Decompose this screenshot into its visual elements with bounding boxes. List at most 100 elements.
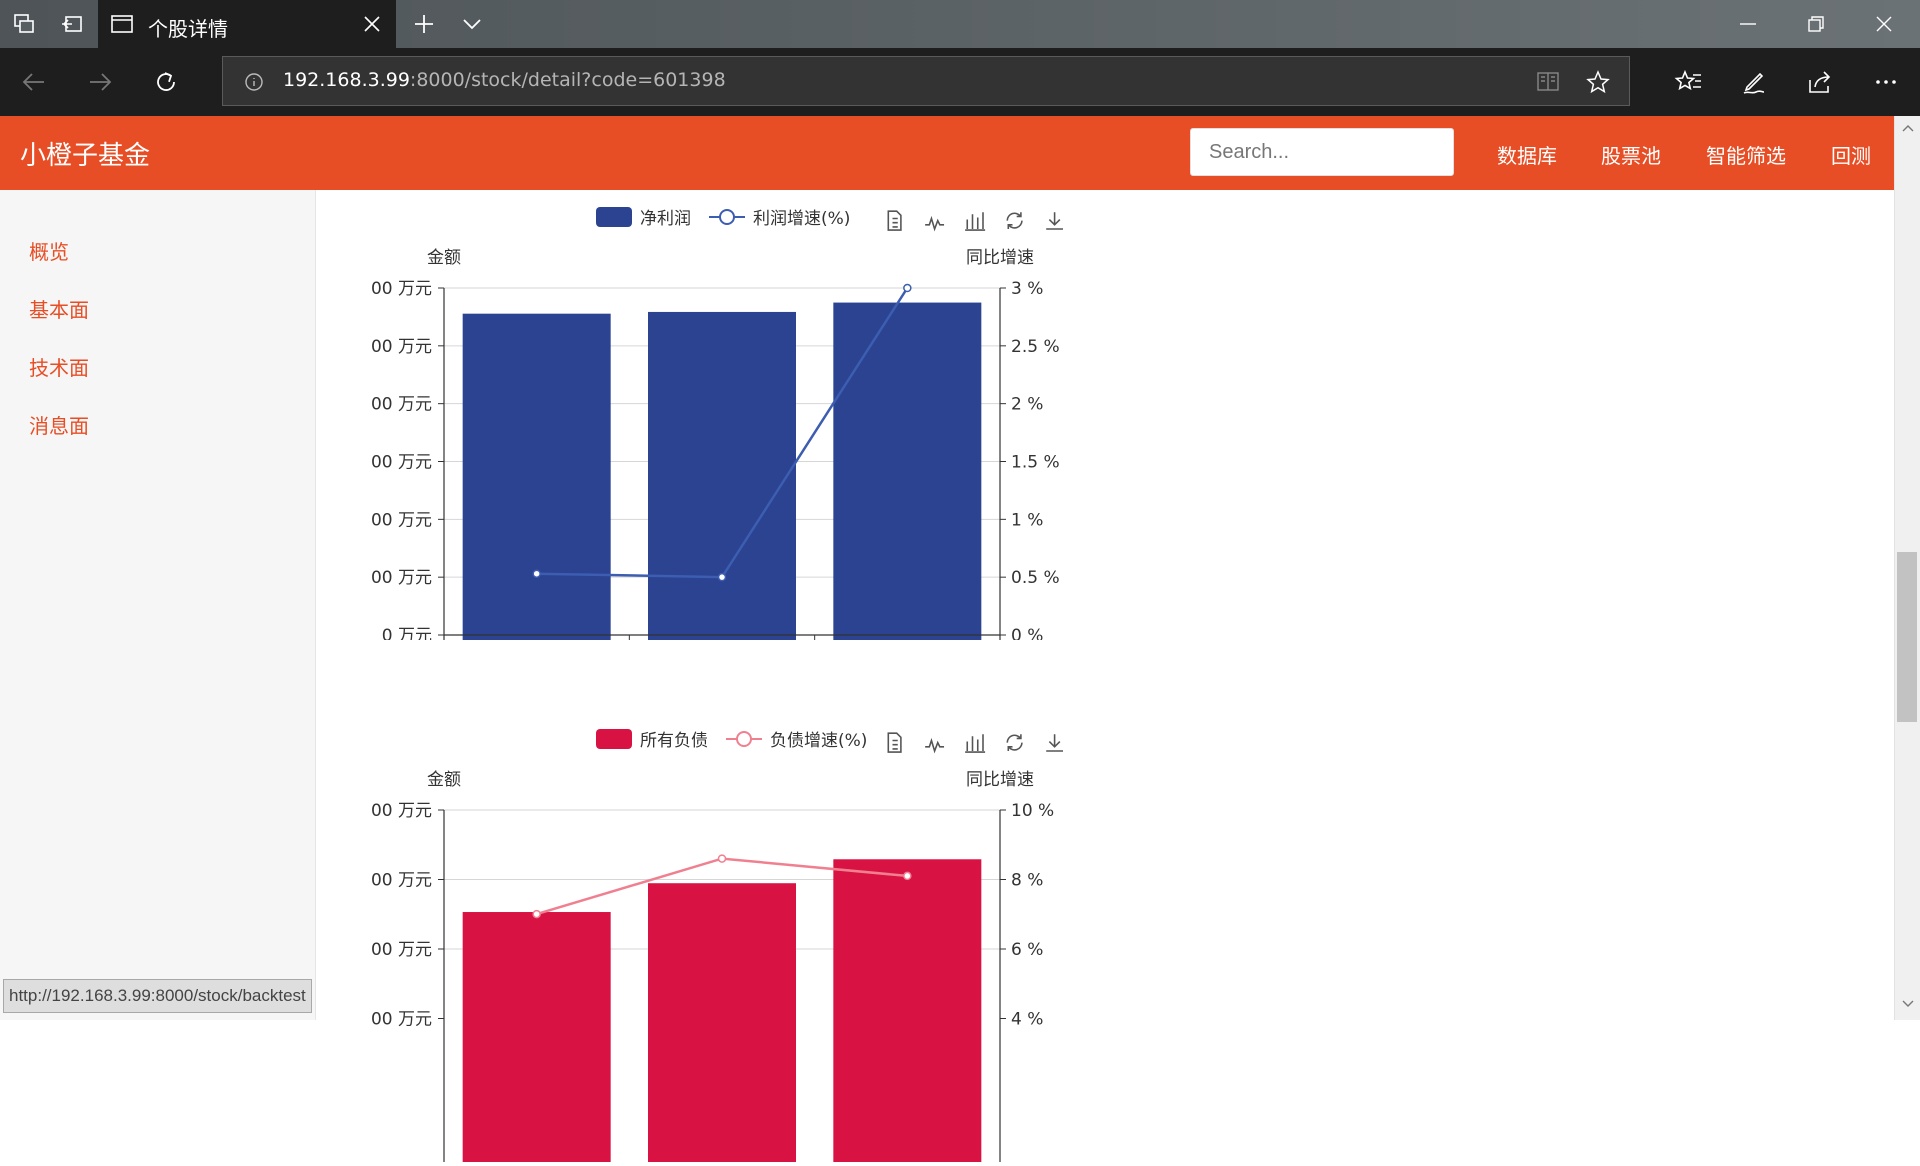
data-view-icon[interactable] (887, 732, 902, 753)
restore-icon[interactable] (1802, 10, 1830, 38)
legend-line-marker (719, 209, 735, 225)
sidebar-item-fundamentals[interactable]: 基本面 (29, 294, 89, 323)
more-menu-icon[interactable] (1870, 66, 1902, 98)
y-tick-label: 0 万元 (382, 626, 432, 640)
search-input[interactable] (1190, 128, 1454, 176)
close-window-icon[interactable] (1870, 10, 1898, 38)
nav-smart-screen[interactable]: 智能筛选 (1706, 140, 1786, 169)
set-aside-tabs-icon[interactable] (60, 12, 84, 36)
series-point (532, 569, 541, 578)
series-point (532, 909, 541, 919)
restore-chart-icon[interactable] (1006, 734, 1023, 751)
tab-manager-icon[interactable] (12, 12, 36, 36)
brand-logo[interactable]: 小橙子基金 (20, 135, 150, 172)
save-image-icon[interactable] (1046, 734, 1063, 752)
line-chart-icon[interactable] (925, 737, 945, 754)
favorite-star-icon[interactable] (1585, 69, 1611, 95)
legend-bar-label: 所有负债 (640, 731, 708, 751)
legend-bar-label: 净利润 (640, 209, 691, 229)
browser-toolbar: 192.168.3.99:8000/stock/detail?code=6013… (0, 48, 1920, 116)
sidebar: 概览 基本面 技术面 消息面 (0, 190, 316, 1020)
bar-chart-icon-path (965, 212, 986, 231)
y2-axis-title: 同比增速 (966, 248, 1034, 268)
chart-bar (648, 883, 796, 1166)
y-tick-label: 00 万元 (371, 801, 432, 821)
address-bar[interactable]: 192.168.3.99:8000/stock/detail?code=6013… (222, 56, 1630, 106)
scroll-down-icon[interactable] (1900, 996, 1916, 1012)
y-tick-label: 00 万元 (371, 871, 432, 891)
app-header: 小橙子基金 数据库 股票池 智能筛选 回测 (0, 116, 1894, 190)
y-axis-title: 金额 (427, 248, 461, 268)
y-tick-label: 00 万元 (371, 940, 432, 960)
scroll-up-icon[interactable] (1900, 120, 1916, 136)
share-icon[interactable] (1804, 66, 1836, 98)
series-point (903, 283, 912, 293)
info-icon[interactable] (243, 71, 265, 93)
bar-chart-icon[interactable] (965, 212, 986, 231)
chart-bar (462, 912, 611, 1166)
save-image-icon-path (1046, 212, 1063, 230)
data-view-icon-path (887, 732, 902, 753)
nav-stock-pool[interactable]: 股票池 (1601, 140, 1661, 169)
y2-axis-title: 同比增速 (966, 770, 1034, 790)
tab-title: 个股详情 (148, 17, 228, 41)
series-point (717, 572, 727, 582)
line-chart-icon-path (925, 737, 945, 754)
y2-tick-label: 10 % (1011, 801, 1054, 821)
nav-backtest[interactable]: 回测 (1831, 140, 1871, 169)
profit-chart: 净利润 利润增速(%) 金额 同比增速 00 万元 3 % 00 万元 2.5 % 00 万元 2… (370, 190, 1070, 667)
nav-database[interactable]: 数据库 (1497, 140, 1557, 169)
favorites-icon[interactable] (1672, 66, 1704, 98)
bar-chart-icon[interactable] (965, 734, 986, 753)
back-icon[interactable] (18, 66, 50, 98)
y-axis-title: 金额 (427, 770, 461, 790)
url-host: 192.168.3.99 (283, 69, 410, 91)
y2-tick-label: 2.5 % (1011, 337, 1060, 357)
save-image-icon-path (1046, 734, 1063, 752)
y2-tick-label: 0 % (1011, 626, 1043, 640)
chart-legend: 所有负债 负债增速(%) (596, 729, 867, 751)
sidebar-item-overview[interactable]: 概览 (29, 236, 69, 265)
chart-bar (833, 859, 982, 1166)
scroll-thumb[interactable] (1897, 552, 1917, 722)
page-scrollbar[interactable] (1894, 116, 1920, 1020)
series-point (903, 871, 912, 881)
minimize-icon[interactable] (1734, 10, 1762, 38)
chevron-down-icon[interactable] (460, 12, 484, 36)
chart-svg: 净利润 利润增速(%) 金额 同比增速 00 万元 3 % 00 万元 2.5 % 00 万元 2… (371, 207, 1063, 667)
sidebar-item-technicals[interactable]: 技术面 (29, 352, 89, 381)
y-tick-label: 00 万元 (371, 395, 432, 415)
link-status-bar: http://192.168.3.99:8000/stock/backtest (3, 979, 312, 1013)
page-icon (110, 12, 134, 36)
new-tab-icon[interactable] (412, 12, 436, 36)
data-view-icon[interactable] (887, 210, 902, 231)
debt-chart: 所有负债 负债增速(%) 金额 同比增速 00 万元 10 % 00 万元 8 % 00 万元 6… (370, 712, 1070, 1166)
forward-icon[interactable] (84, 66, 116, 98)
url-path: :8000/stock/detail?code=601398 (409, 69, 726, 91)
y-tick-label: 00 万元 (371, 279, 432, 299)
active-tab[interactable]: 个股详情 (98, 0, 396, 48)
series-point (717, 854, 727, 863)
chart-legend: 净利润 利润增速(%) (596, 207, 850, 229)
restore-chart-icon-path (1006, 734, 1023, 751)
save-image-icon[interactable] (1046, 212, 1063, 230)
data-view-icon-path (887, 210, 902, 231)
chart-bar (648, 311, 796, 645)
url-text[interactable]: 192.168.3.99:8000/stock/detail?code=6013… (283, 69, 726, 91)
sidebar-item-news[interactable]: 消息面 (29, 410, 89, 439)
pen-notes-icon[interactable] (1738, 66, 1770, 98)
legend-bar-swatch (596, 207, 632, 227)
chart-bar (462, 313, 611, 645)
y-tick-label: 00 万元 (371, 453, 432, 473)
close-tab-icon[interactable] (360, 12, 384, 36)
chart-svg: 所有负债 负债增速(%) 金额 同比增速 00 万元 10 % 00 万元 8 % 00 万元 6… (371, 729, 1063, 1166)
restore-chart-icon[interactable] (1006, 212, 1023, 229)
y-tick-label: 00 万元 (371, 510, 432, 530)
legend-bar-swatch (596, 729, 632, 749)
y2-tick-label: 2 % (1011, 395, 1043, 415)
chart-bar (833, 302, 982, 645)
line-chart-icon[interactable] (925, 215, 945, 232)
refresh-icon[interactable] (150, 66, 182, 98)
reading-view-icon[interactable] (1535, 69, 1561, 95)
y2-tick-label: 1 % (1011, 510, 1043, 530)
